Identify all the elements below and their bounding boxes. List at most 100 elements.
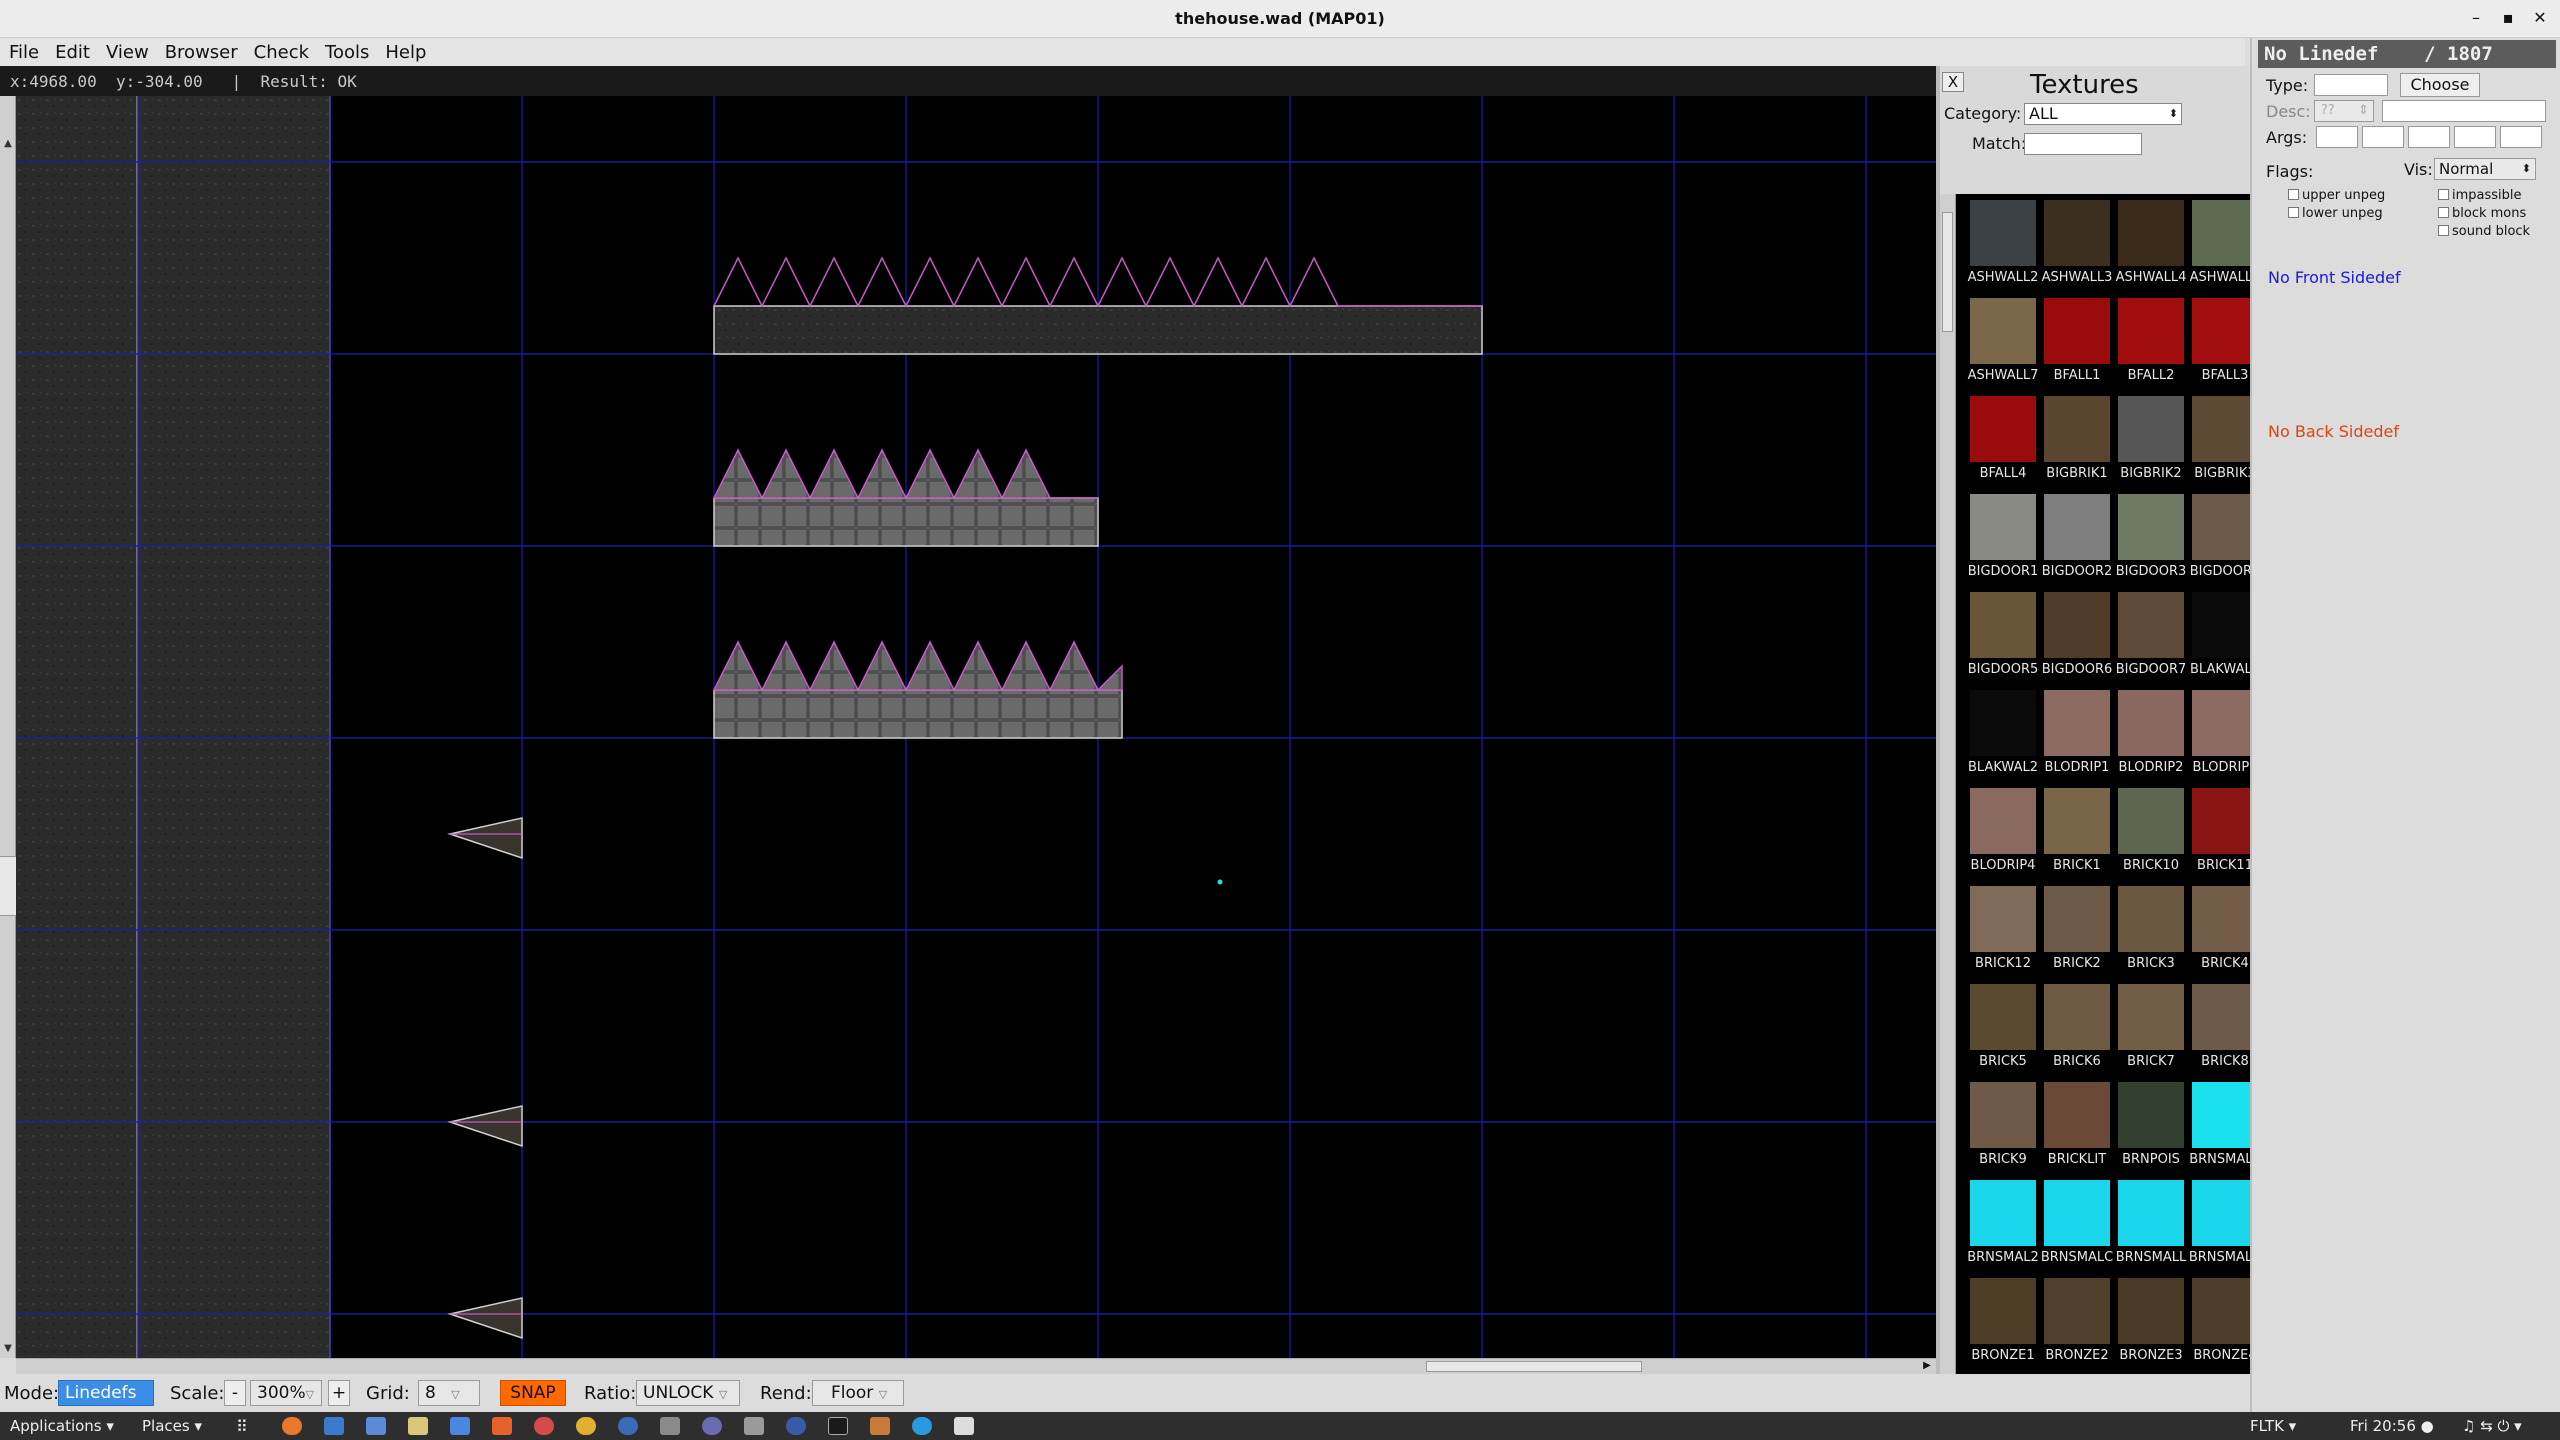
package-icon[interactable] — [870, 1417, 890, 1435]
texture-scroll-thumb[interactable] — [1942, 212, 1953, 332]
texture-tile[interactable]: BRNSMALR — [2188, 1176, 2250, 1274]
files-icon[interactable] — [324, 1417, 344, 1435]
ratio-select[interactable]: UNLOCK ▽ — [636, 1380, 740, 1406]
texture-tile[interactable]: BIGDOOR6 — [2040, 588, 2114, 686]
scale-select[interactable]: 300%▽ — [250, 1380, 322, 1406]
menu-browser[interactable]: Browser — [156, 38, 245, 63]
snap-toggle[interactable]: SNAP — [500, 1380, 566, 1406]
map-view[interactable] — [16, 96, 1936, 1358]
texture-tile[interactable]: BRICK5 — [1966, 980, 2040, 1078]
maximize-button[interactable]: ▪ — [2496, 8, 2520, 28]
scroll-down-icon[interactable]: ▼ — [0, 1341, 16, 1357]
texture-tile[interactable]: BLODRIP4 — [1966, 784, 2040, 882]
match-input[interactable] — [2024, 133, 2142, 155]
texture-tile[interactable]: BRICKLIT — [2040, 1078, 2114, 1176]
office-icon[interactable] — [492, 1417, 512, 1435]
texture-tile[interactable]: BRICK8 — [2188, 980, 2250, 1078]
texture-tile[interactable]: BIGDOOR3 — [2114, 490, 2188, 588]
gimp-icon[interactable] — [786, 1417, 806, 1435]
texture-tile[interactable]: BLODRIP1 — [2040, 686, 2114, 784]
texture-tile[interactable]: BRICK4 — [2188, 882, 2250, 980]
arg2-input[interactable] — [2362, 126, 2404, 148]
texture-tile[interactable]: BRICK1 — [2040, 784, 2114, 882]
menu-edit[interactable]: Edit — [46, 38, 97, 63]
menu-view[interactable]: View — [97, 38, 156, 63]
scroll-up-icon[interactable]: ▲ — [0, 136, 16, 152]
flag-impassible[interactable]: impassible — [2438, 188, 2522, 203]
menu-check[interactable]: Check — [245, 38, 316, 63]
texture-tile[interactable]: BIGDOOR1 — [1966, 490, 2040, 588]
texture-tile[interactable]: BLODRIP2 — [2114, 686, 2188, 784]
desc-input[interactable] — [2382, 100, 2546, 122]
scale-plus-button[interactable]: + — [328, 1380, 350, 1406]
chrome-icon[interactable] — [576, 1417, 596, 1435]
texture-tile[interactable]: ASHWALL2 — [1966, 196, 2040, 294]
eclipse-icon[interactable] — [618, 1417, 638, 1435]
texture-tile[interactable]: BRICK7 — [2114, 980, 2188, 1078]
texture-tile[interactable]: ASHWALL6 — [2188, 196, 2250, 294]
vis-select[interactable]: Normal ⬍ — [2434, 158, 2536, 180]
texture-tile[interactable]: BIGDOOR2 — [2040, 490, 2114, 588]
fltk-indicator[interactable]: FLTK ▾ — [2250, 1417, 2296, 1435]
firefox-icon[interactable] — [282, 1417, 302, 1435]
clock[interactable]: Fri 20:56 ● — [2350, 1417, 2434, 1435]
arg4-input[interactable] — [2454, 126, 2496, 148]
flag-block-mons[interactable]: block mons — [2438, 206, 2526, 221]
texture-scrollbar[interactable] — [1940, 194, 1956, 1374]
texture-tile[interactable]: BRICK3 — [2114, 882, 2188, 980]
texture-tile[interactable]: BRONZE1 — [1966, 1274, 2040, 1372]
texture-tile[interactable]: BRICK11 — [2188, 784, 2250, 882]
texture-tile[interactable]: BIGDOOR5 — [1966, 588, 2040, 686]
type-input[interactable] — [2314, 74, 2388, 96]
texture-tile[interactable]: ASHWALL3 — [2040, 196, 2114, 294]
scroll-thumb[interactable] — [0, 856, 16, 916]
texture-tile[interactable]: BRICK2 — [2040, 882, 2114, 980]
printer-icon[interactable] — [660, 1417, 680, 1435]
arg3-input[interactable] — [2408, 126, 2450, 148]
texture-tile[interactable]: BFALL3 — [2188, 294, 2250, 392]
system-tray-icon[interactable]: ♫ ⇆ ⏻ ▾ — [2462, 1417, 2522, 1435]
minimize-button[interactable]: – — [2464, 8, 2488, 28]
tools-icon[interactable] — [744, 1417, 764, 1435]
texture-tile[interactable]: ASHWALL4 — [2114, 196, 2188, 294]
browser-close-button[interactable]: X — [1942, 72, 1964, 92]
document-icon[interactable] — [450, 1417, 470, 1435]
hscroll-thumb[interactable] — [1426, 1361, 1642, 1372]
texture-tile[interactable]: BLAKWAL1 — [2188, 588, 2250, 686]
grid-apps-icon[interactable]: ⠿ — [236, 1417, 248, 1436]
texture-tile[interactable]: BRNPOIS — [2114, 1078, 2188, 1176]
texture-tile[interactable]: BIGDOOR7 — [2114, 588, 2188, 686]
mode-select[interactable]: Linedefs ▽ — [58, 1380, 154, 1425]
texture-tile[interactable]: BRICK10 — [2114, 784, 2188, 882]
texture-tile[interactable]: BIGBRIK1 — [2040, 392, 2114, 490]
flag-sound-block[interactable]: sound block — [2438, 224, 2530, 239]
menu-file[interactable]: File — [0, 38, 46, 63]
choose-button[interactable]: Choose — [2400, 73, 2480, 97]
texture-tile[interactable]: BRONZE4 — [2188, 1274, 2250, 1372]
scale-minus-button[interactable]: - — [224, 1380, 246, 1406]
texture-tile[interactable]: BRNSMALL — [2114, 1176, 2188, 1274]
desc-code-input[interactable]: ?? ⇕ — [2314, 100, 2374, 122]
close-window-button[interactable]: ✕ — [2528, 8, 2552, 28]
terminal-icon[interactable] — [828, 1417, 848, 1435]
texture-tile[interactable]: BLAKWAL2 — [1966, 686, 2040, 784]
scroll-right-icon[interactable]: ▶ — [1920, 1359, 1934, 1373]
editor-icon[interactable] — [408, 1417, 428, 1435]
network-icon[interactable] — [702, 1417, 722, 1435]
texture-tile[interactable]: BLODRIP3 — [2188, 686, 2250, 784]
texture-tile[interactable]: BIGBRIK3 — [2188, 392, 2250, 490]
texture-tile[interactable]: ASHWALL7 — [1966, 294, 2040, 392]
lifebuoy-icon[interactable] — [534, 1417, 554, 1435]
flag-upper-unpeg[interactable]: upper unpeg — [2288, 188, 2385, 203]
texture-tile[interactable]: BRICK12 — [1966, 882, 2040, 980]
texture-tile[interactable]: BFALL4 — [1966, 392, 2040, 490]
arg5-input[interactable] — [2500, 126, 2542, 148]
calculator-icon[interactable] — [366, 1417, 386, 1435]
texture-tile[interactable]: BIGDOOR4 — [2188, 490, 2250, 588]
vertical-scrollbar[interactable]: ▲ ▼ — [0, 96, 16, 1358]
texture-tile[interactable]: BFALL1 — [2040, 294, 2114, 392]
texture-tile[interactable]: BRNSMAL1 — [2188, 1078, 2250, 1176]
map-canvas[interactable] — [16, 96, 1936, 1358]
menu-help[interactable]: Help — [376, 38, 433, 63]
texture-tile[interactable]: BRNSMAL2 — [1966, 1176, 2040, 1274]
